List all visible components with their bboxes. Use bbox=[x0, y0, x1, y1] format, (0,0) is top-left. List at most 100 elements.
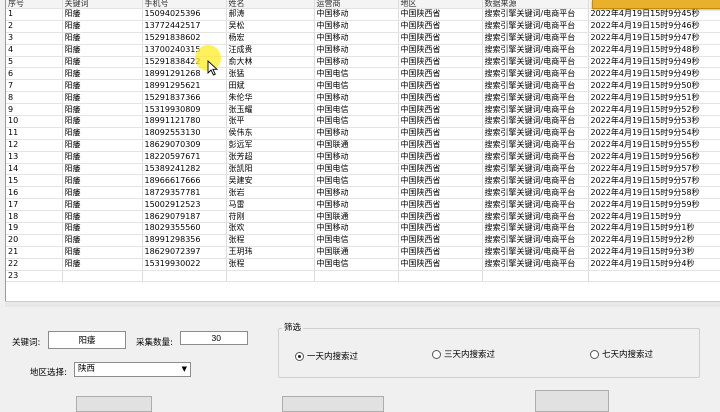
count-input[interactable] bbox=[180, 331, 248, 345]
table-row[interactable]: 2 阳痿 13772442517 吴松 中国移动 中国陕西省 搜索引擎关键词/电商平台 202… bbox=[6, 20, 720, 33]
column-header[interactable]: 地区 bbox=[398, 0, 483, 9]
radio-unselected-icon bbox=[432, 349, 441, 359]
table-row[interactable]: 20 阳痿 18991298356 张程 中国电信 中国陕西省 搜索引擎关键词/电商平台 20… bbox=[6, 234, 720, 247]
table-row[interactable]: 18 阳痿 18629079187 苻刚 中国联通 中国陕西省 搜索引擎关键词/电商平台 20… bbox=[6, 210, 720, 224]
keyword-input[interactable] bbox=[48, 331, 126, 349]
column-header[interactable]: 序号 bbox=[6, 0, 63, 9]
table-cell: 2022年4月19日15时9分53秒 bbox=[588, 115, 720, 128]
count-label: 采集数量: bbox=[136, 338, 173, 348]
column-header[interactable]: 手机号 bbox=[142, 0, 227, 9]
table-cell bbox=[142, 270, 227, 283]
table-cell: 俞大林 bbox=[226, 56, 315, 69]
start-collect-button[interactable] bbox=[76, 396, 152, 412]
table-cell: 中国电信 bbox=[314, 79, 399, 93]
table-cell: 吴松 bbox=[226, 20, 315, 33]
radio-one-day[interactable]: 一天内搜索过 bbox=[295, 350, 358, 362]
filter-title: 筛选 bbox=[282, 321, 304, 333]
table-cell bbox=[588, 270, 720, 283]
table-cell: 中国电信 bbox=[314, 115, 399, 128]
table-cell: 2022年4月19日15时9分2秒 bbox=[588, 234, 720, 247]
table-cell: 张玉耀 bbox=[226, 103, 315, 117]
table-row[interactable]: 6 阳痿 18991291268 张猛 中国电信 中国陕西省 搜索引擎关键词/电商平台 202… bbox=[6, 67, 720, 81]
table-cell: 2022年4月19日15时9分45秒 bbox=[588, 8, 720, 21]
table-cell: 搜索引擎关键词/电商平台 bbox=[482, 258, 589, 271]
table-cell: 搜索引擎关键词/电商平台 bbox=[482, 163, 589, 176]
table-cell: 中国电信 bbox=[314, 258, 399, 271]
table-row[interactable]: 9 阳痿 15319930809 张玉耀 中国电信 中国陕西省 搜索引擎关键词/电商平台 20… bbox=[6, 103, 720, 117]
table-cell: 中国移动 bbox=[314, 222, 399, 235]
table-row[interactable]: 21 阳痿 18629072397 王玥玮 中国联通 中国陕西省 搜索引擎关键词/电商平台 2… bbox=[6, 246, 720, 259]
table-cell: 12 bbox=[6, 139, 63, 152]
table-row[interactable]: 4 阳痿 13700240315 汪成贵 中国移动 中国陕西省 搜索引擎关键词/电商平台 20… bbox=[6, 44, 720, 57]
table-cell: 2 bbox=[6, 20, 63, 33]
table-cell: 搜索引擎关键词/电商平台 bbox=[482, 44, 589, 57]
table-row[interactable]: 23 bbox=[6, 270, 720, 283]
column-header[interactable]: 数据来源 bbox=[482, 0, 589, 9]
table-row[interactable]: 3 阳痿 15291838602 杨宏 中国移动 中国陕西省 搜索引擎关键词/电商平台 202… bbox=[6, 32, 720, 45]
region-label: 地区选择: bbox=[30, 368, 67, 378]
table-cell: 张岩 bbox=[226, 186, 315, 200]
table-row[interactable]: 1 阳痿 15094025396 郝涛 中国移动 中国陕西省 搜索引擎关键词/电商平台 202… bbox=[6, 8, 720, 21]
table-cell: 中国陕西省 bbox=[398, 56, 483, 69]
table-cell: 中国陕西省 bbox=[398, 198, 483, 212]
table-row[interactable]: 10 阳痿 18991121780 张平 中国电信 中国陕西省 搜索引擎关键词/电商平台 20… bbox=[6, 115, 720, 128]
table-cell: 中国陕西省 bbox=[398, 234, 483, 247]
table-cell: 阳痿 bbox=[62, 67, 143, 81]
radio-seven-days[interactable]: 七天内搜索过 bbox=[590, 348, 653, 360]
table-row[interactable]: 17 阳痿 15002912523 马雷 中国移动 中国陕西省 搜索引擎关键词/电商平台 20… bbox=[6, 198, 720, 212]
table-cell: 搜索引擎关键词/电商平台 bbox=[482, 20, 589, 33]
table-cell: 1 bbox=[6, 8, 63, 21]
table-cell: 22 bbox=[6, 258, 63, 271]
table-row[interactable]: 12 阳痿 18629070309 彭远军 中国联通 中国陕西省 搜索引擎关键词/电商平台 2… bbox=[6, 139, 720, 152]
table-row[interactable]: 16 阳痿 18729357781 张岩 中国移动 中国陕西省 搜索引擎关键词/电商平台 20… bbox=[6, 186, 720, 200]
table-row[interactable]: 14 阳痿 15389241282 张凯阳 中国电信 中国陕西省 搜索引擎关键词/电商平台 2… bbox=[6, 163, 720, 176]
table-cell: 张凯阳 bbox=[226, 163, 315, 176]
table-cell: 中国电信 bbox=[314, 174, 399, 188]
table-cell: 搜索引擎关键词/电商平台 bbox=[482, 8, 589, 21]
results-grid[interactable]: 序号 关键词 手机号 姓名 运营商 地区 数据来源 1 阳痿 15094025396 郝涛 中国移动… bbox=[5, 0, 720, 301]
table-cell: 汪成贵 bbox=[226, 44, 315, 57]
export-button[interactable] bbox=[535, 390, 609, 412]
region-select[interactable]: 陕西 ▼ bbox=[74, 362, 191, 377]
table-cell: 15389241282 bbox=[142, 163, 227, 176]
column-header[interactable]: 运营商 bbox=[314, 0, 399, 9]
radio-one-day-label: 一天内搜索过 bbox=[307, 352, 359, 362]
table-cell: 阳痿 bbox=[62, 115, 143, 128]
table-cell: 中国移动 bbox=[314, 151, 399, 164]
table-row[interactable]: 13 阳痿 18220597671 张芳超 中国移动 中国陕西省 搜索引擎关键词/电商平台 2… bbox=[6, 151, 720, 164]
table-cell: 搜索引擎关键词/电商平台 bbox=[482, 32, 589, 45]
table-cell bbox=[314, 270, 399, 283]
table-row[interactable]: 22 阳痿 15319930022 张程 中国电信 中国陕西省 搜索引擎关键词/电商平台 20… bbox=[6, 258, 720, 271]
table-cell: 张平 bbox=[226, 115, 315, 128]
keyword-label: 关键词: bbox=[12, 338, 41, 348]
table-row[interactable]: 15 阳痿 18966617666 吴建安 中国电信 中国陕西省 搜索引擎关键词/电商平台 2… bbox=[6, 174, 720, 188]
table-cell: 搜索引擎关键词/电商平台 bbox=[482, 222, 589, 235]
table-cell: 21 bbox=[6, 246, 63, 259]
table-cell: 搜索引擎关键词/电商平台 bbox=[482, 151, 589, 164]
table-row[interactable]: 7 阳痿 18991295621 田斌 中国电信 中国陕西省 搜索引擎关键词/电商平台 202… bbox=[6, 79, 720, 93]
table-cell: 搜索引擎关键词/电商平台 bbox=[482, 174, 589, 188]
stop-button[interactable] bbox=[282, 396, 384, 412]
table-cell: 11 bbox=[6, 127, 63, 140]
table-cell: 中国移动 bbox=[314, 127, 399, 140]
table-row[interactable]: 8 阳痿 15291837366 朱伦华 中国移动 中国陕西省 搜索引擎关键词/电商平台 20… bbox=[6, 91, 720, 105]
table-cell: 18991295621 bbox=[142, 79, 227, 93]
column-header[interactable]: 姓名 bbox=[226, 0, 315, 9]
table-cell: 张程 bbox=[226, 258, 315, 271]
column-header[interactable]: 关键词 bbox=[62, 0, 143, 9]
table-cell: 10 bbox=[6, 115, 63, 128]
table-cell: 阳痿 bbox=[62, 56, 143, 69]
table-cell: 搜索引擎关键词/电商平台 bbox=[482, 234, 589, 247]
table-cell: 阳痿 bbox=[62, 198, 143, 212]
table-cell: 2022年4月19日15时9分48秒 bbox=[588, 44, 720, 57]
table-cell: 2022年4月19日15时9分57秒 bbox=[588, 174, 720, 188]
table-cell: 15291838602 bbox=[142, 32, 227, 45]
radio-three-days[interactable]: 三天内搜索过 bbox=[432, 348, 495, 360]
radio-unselected-icon bbox=[590, 349, 599, 359]
table-row[interactable]: 19 阳痿 18029355560 张欢 中国移动 中国陕西省 搜索引擎关键词/电商平台 20… bbox=[6, 222, 720, 235]
table-cell: 6 bbox=[6, 67, 63, 81]
table-row[interactable]: 5 阳痿 15291838422 俞大林 中国移动 中国陕西省 搜索引擎关键词/电商平台 20… bbox=[6, 56, 720, 69]
table-cell: 2022年4月19日15时9分57秒 bbox=[588, 163, 720, 176]
table-row[interactable]: 11 阳痿 18092553130 侯伟东 中国移动 中国陕西省 搜索引擎关键词/电商平台 2… bbox=[6, 127, 720, 140]
table-cell: 16 bbox=[6, 186, 63, 200]
